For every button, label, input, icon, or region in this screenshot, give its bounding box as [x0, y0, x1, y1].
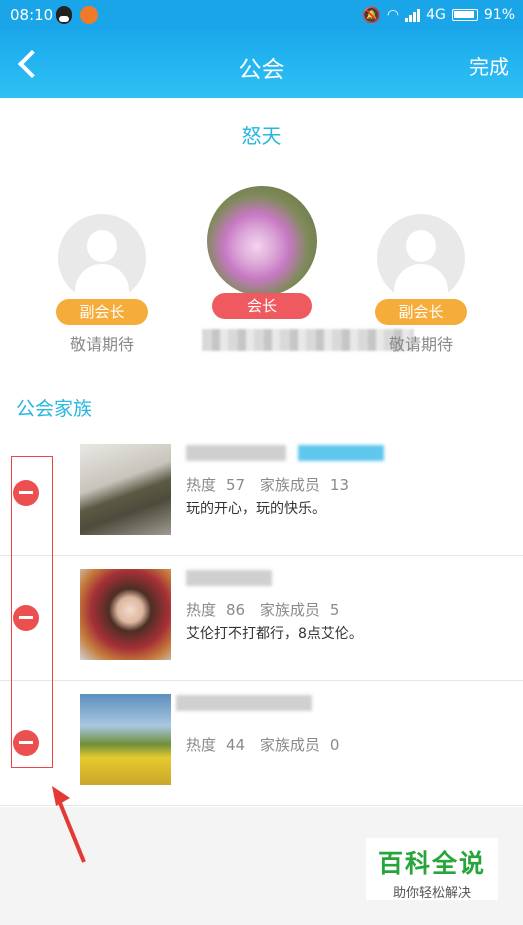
default-avatar-icon — [377, 214, 465, 302]
leader-avatar — [207, 186, 317, 296]
family-thumbnail — [80, 569, 171, 660]
family-motto: 艾伦打不打都行，8点艾伦。 — [186, 626, 363, 642]
family-stats: 热度 44 家族成员 0 — [186, 736, 340, 754]
family-thumbnail — [80, 694, 171, 785]
clock: 08:10 — [10, 6, 54, 24]
family-thumbnail — [80, 444, 171, 535]
family-name-redacted — [186, 442, 384, 464]
family-row[interactable]: 热度 57 家族成员 13 玩的开心，玩的快乐。 — [0, 432, 523, 556]
guild-panel: 怒天 副会长 敬请期待 会长 副会长 敬请期待 公会家族 热度 57 家族成员 13… — [0, 98, 523, 807]
family-stats: 热度 86 家族成员 5 — [186, 601, 340, 619]
qq-notification-icon — [56, 6, 72, 24]
role-badge: 副会长 — [56, 299, 148, 325]
member-name: 敬请期待 — [69, 335, 134, 354]
app-notification-icon — [80, 6, 98, 24]
vice-leader-slot-right[interactable]: 副会长 敬请期待 — [361, 214, 481, 355]
network-type: 4G — [426, 7, 446, 23]
family-name-redacted — [176, 692, 312, 714]
guild-name: 怒天 — [241, 124, 282, 148]
watermark-slogan: 助你轻松解决 — [392, 886, 471, 901]
section-title: 公会家族 — [16, 398, 93, 420]
battery-level: 91% — [483, 7, 515, 23]
status-bar: 08:10 🔕 ◠ 4G 91% — [0, 0, 523, 30]
role-badge: 会长 — [212, 293, 312, 319]
vice-leader-slot-left[interactable]: 副会长 敬请期待 — [42, 214, 162, 355]
default-avatar-icon — [58, 214, 146, 302]
nav-bar: 公会 完成 — [0, 30, 523, 98]
watermark-brand: 百科全说 — [377, 849, 486, 878]
highlight-box — [11, 456, 53, 768]
page-title: 公会 — [238, 57, 285, 83]
leader-slot[interactable]: 会长 — [202, 186, 414, 351]
signal-icon — [405, 8, 421, 22]
member-name: 敬请期待 — [388, 335, 453, 354]
battery-icon — [451, 9, 478, 21]
role-badge: 副会长 — [375, 299, 467, 325]
done-button[interactable]: 完成 — [469, 51, 509, 80]
family-name-redacted — [186, 567, 272, 589]
watermark-logo: 百科全说 助你轻松解决 — [366, 838, 498, 901]
bell-mute-icon: 🔕 — [362, 6, 381, 24]
wifi-icon: ◠ — [386, 7, 400, 23]
pointer-arrow-icon — [52, 786, 86, 863]
family-motto: 玩的开心，玩的快乐。 — [186, 501, 326, 517]
family-stats: 热度 57 家族成员 13 — [186, 476, 349, 494]
family-row[interactable]: 热度 86 家族成员 5 艾伦打不打都行，8点艾伦。 — [0, 557, 523, 681]
